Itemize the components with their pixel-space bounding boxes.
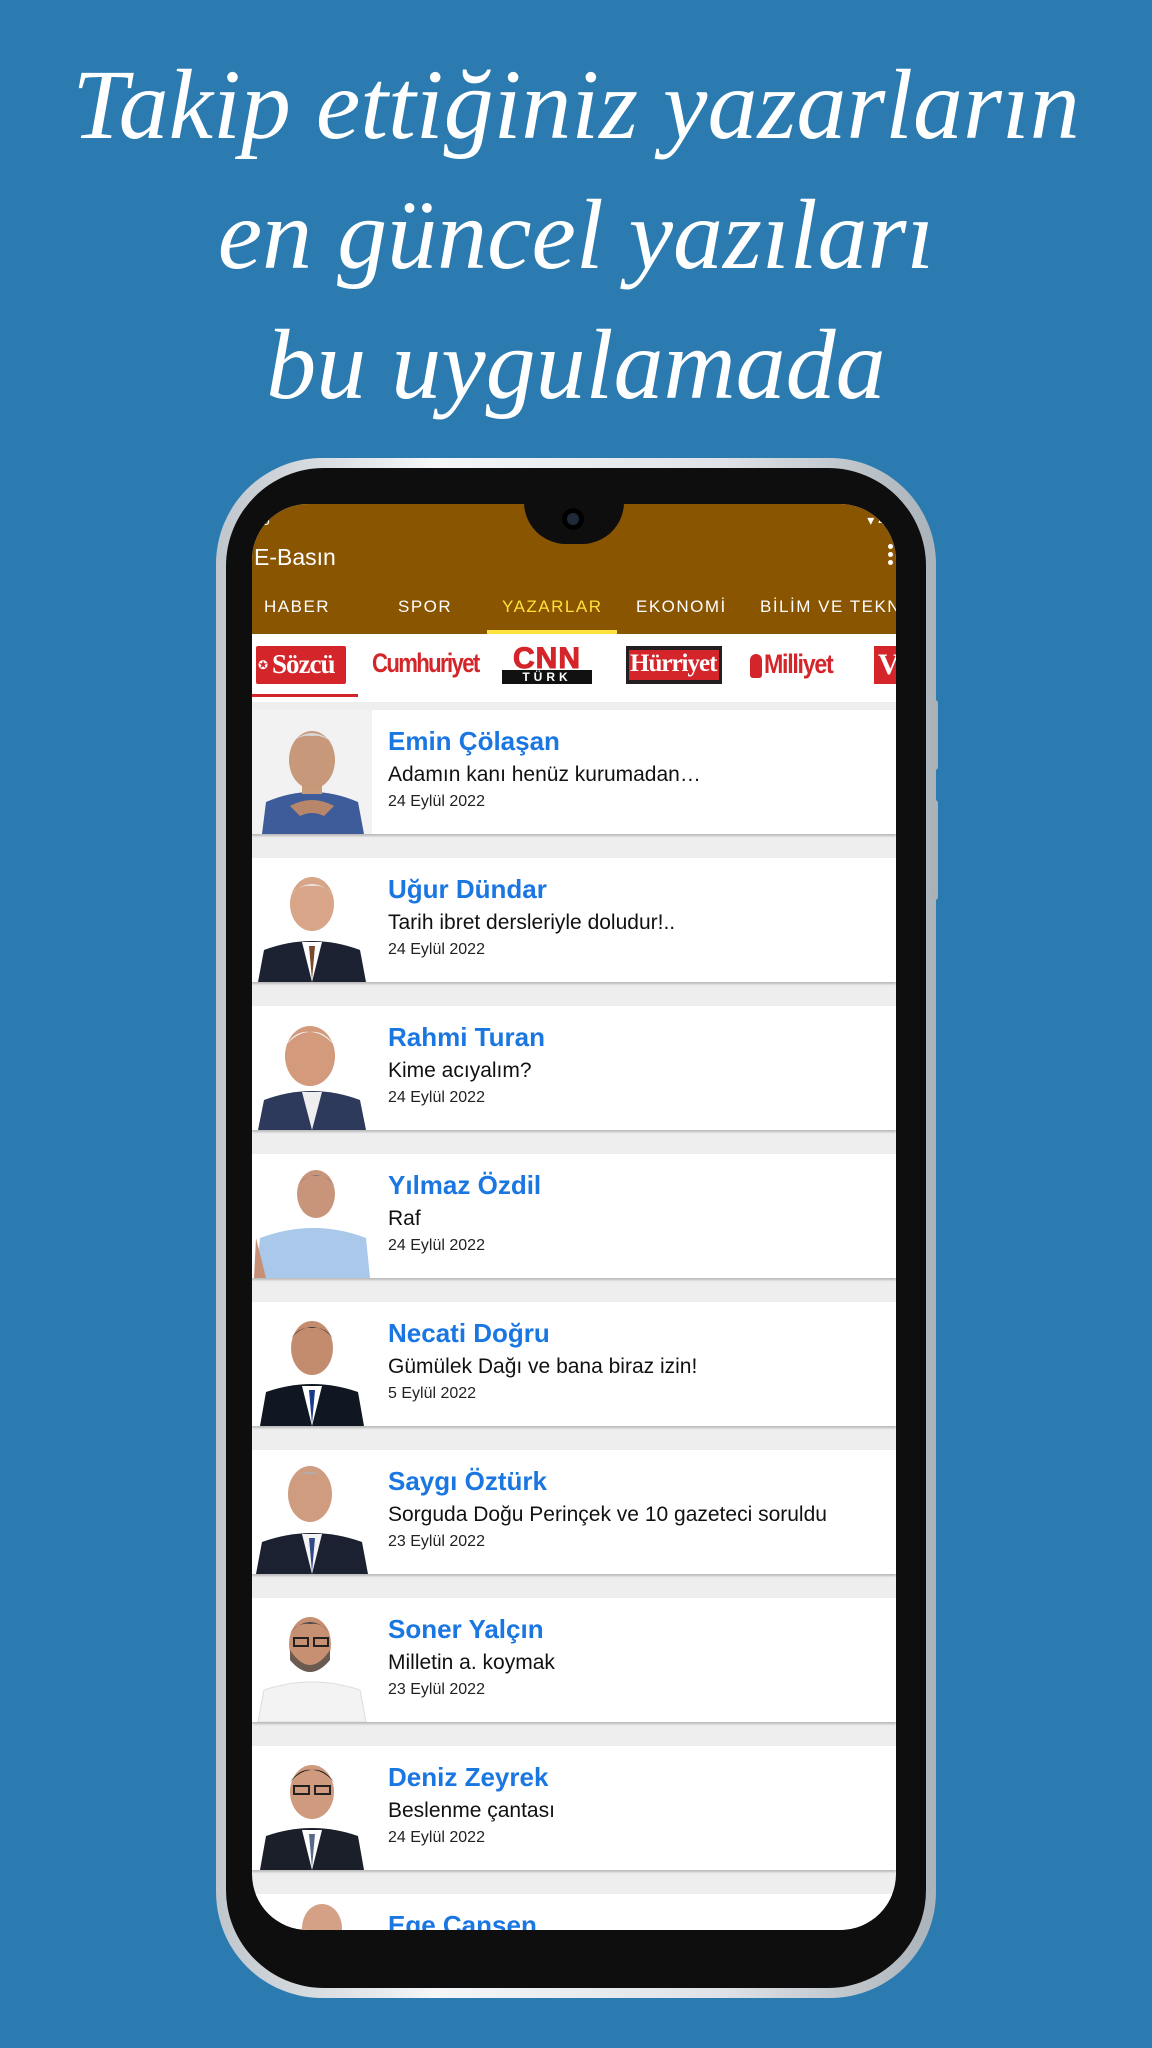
author-name[interactable]: Yılmaz Özdil [388,1170,541,1201]
author-name[interactable]: Uğur Dündar [388,874,547,905]
article-title: Tarih ibret dersleriyle doludur!.. [388,911,676,934]
source-logo-sozcu[interactable]: ✪ Sözcü [256,646,346,684]
category-tabs: HABER SPOR YAZARLAR EKONOMİ BİLİM VE TEK… [252,590,896,634]
article-date: 24 Eylül 2022 [388,793,485,810]
article-date: 23 Eylül 2022 [388,1533,485,1550]
article-title: Beslenme çantası [388,1799,555,1822]
status-left: 5 [262,512,270,528]
overflow-menu-icon[interactable] [886,544,894,568]
list-item[interactable]: Yılmaz Özdil Raf 24 Eylül 2022 [252,1154,896,1278]
author-photo [252,858,372,982]
list-item[interactable]: Emin Çölaşan Adamın kanı henüz kurumadan… [252,710,896,834]
list-item[interactable]: Uğur Dündar Tarih ibret dersleriyle dolu… [252,858,896,982]
article-title: Kime acıyalım? [388,1059,532,1082]
active-source-indicator [252,694,358,697]
app-title: E-Basın [254,544,336,570]
author-photo [252,1302,372,1426]
author-name[interactable]: Saygı Öztürk [388,1466,547,1497]
list-item[interactable]: Soner Yalçın Milletin a. koymak 23 Eylül… [252,1598,896,1722]
author-name[interactable]: Ege Cansen [388,1910,537,1930]
source-logo-hurriyet[interactable]: Hürriyet [626,646,722,684]
author-photo [252,1154,372,1278]
author-photo [252,1450,372,1574]
article-date: 24 Eylül 2022 [388,1089,485,1106]
article-title: Raf [388,1207,421,1230]
source-logo-partial[interactable]: V [874,646,896,684]
tab-spor[interactable]: SPOR [398,590,452,634]
phone-screen: 5 ▾ 4 E-Basın HABER SPOR YAZARLAR EKONOM… [252,504,896,1930]
author-photo [252,1006,372,1130]
tab-yazarlar[interactable]: YAZARLAR [502,590,603,634]
article-title: Sorguda Doğu Perinçek ve 10 gazeteci sor… [388,1503,827,1526]
list-item[interactable]: Saygı Öztürk Sorguda Doğu Perinçek ve 10… [252,1450,896,1574]
power-button [931,800,938,900]
author-photo [252,710,372,834]
author-name[interactable]: Soner Yalçın [388,1614,544,1645]
promo-line-2: en güncel yazıları [217,179,935,290]
author-photo [252,1598,372,1722]
article-date: 24 Eylül 2022 [388,941,485,958]
tab-ekonomi[interactable]: EKONOMİ [636,590,727,634]
article-title: Milletin a. koymak [388,1651,555,1674]
source-logo-milliyet[interactable]: Milliyet [750,646,850,684]
list-item[interactable]: Ege Cansen [252,1894,896,1930]
author-name[interactable]: Deniz Zeyrek [388,1762,548,1793]
author-name[interactable]: Emin Çölaşan [388,726,560,757]
author-photo [252,1746,372,1870]
author-name[interactable]: Rahmi Turan [388,1022,545,1053]
status-right: ▾ 4 [867,512,886,528]
list-item[interactable]: Deniz Zeyrek Beslenme çantası 24 Eylül 2… [252,1746,896,1870]
milliyet-flame-icon [750,654,762,678]
promo-line-1: Takip ettiğiniz yazarların [72,49,1080,160]
article-date: 24 Eylül 2022 [388,1829,485,1846]
author-name[interactable]: Necati Doğru [388,1318,550,1349]
author-photo [252,1894,372,1930]
promo-headline: Takip ettiğiniz yazarların en güncel yaz… [0,40,1152,430]
article-title: Gümülek Dağı ve bana biraz izin! [388,1355,698,1378]
article-date: 24 Eylül 2022 [388,1237,485,1254]
list-item[interactable]: Rahmi Turan Kime acıyalım? 24 Eylül 2022 [252,1006,896,1130]
tab-bilim-ve-teknoloji[interactable]: BİLİM VE TEKNOLOJİ [760,590,896,634]
sozcu-star-icon: ✪ [258,658,269,672]
source-logo-cnn-turk[interactable]: CNN TÜRK [498,642,596,684]
volume-button [931,700,938,770]
tab-haber[interactable]: HABER [264,590,330,634]
front-camera-icon [562,508,584,530]
article-title: Adamın kanı henüz kurumadan… [388,763,701,786]
source-logo-cumhuriyet[interactable]: Cumhuriyet [372,646,480,684]
article-date: 23 Eylül 2022 [388,1681,485,1698]
article-date: 5 Eylül 2022 [388,1385,477,1402]
source-logo-bar: ✪ Sözcü Cumhuriyet CNN TÜRK Hürriyet Mil… [252,634,896,702]
list-item[interactable]: Necati Doğru Gümülek Dağı ve bana biraz … [252,1302,896,1426]
promo-line-3: bu uygulamada [266,309,886,420]
